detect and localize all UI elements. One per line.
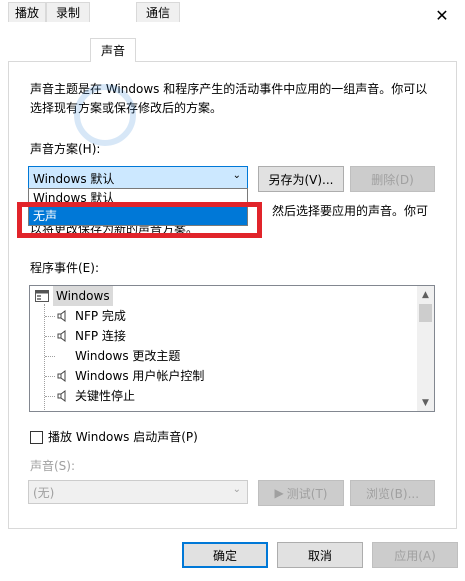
tab-communications[interactable]: 通信 <box>136 2 180 22</box>
events-scrollbar[interactable]: ▲ ▼ <box>417 286 434 411</box>
scheme-select[interactable]: Windows 默认 ⌄ <box>28 166 248 190</box>
chevron-down-icon: ⌄ <box>232 484 241 495</box>
scroll-up-icon[interactable]: ▲ <box>417 286 434 303</box>
sound-select[interactable]: (无) ⌄ <box>28 480 248 504</box>
save-as-button[interactable]: 另存为(V)... <box>258 166 344 192</box>
list-item[interactable]: Windows <box>53 286 113 306</box>
window-icon <box>35 290 49 302</box>
ok-button[interactable]: 确定 <box>182 542 268 568</box>
browse-button[interactable]: 浏览(B)... <box>350 480 435 506</box>
sound-label: 声音(S): <box>30 459 76 473</box>
tree-branch <box>45 376 55 377</box>
speaker-icon <box>57 370 66 382</box>
list-item[interactable]: Windows 更改主题 <box>75 346 180 366</box>
scroll-down-icon[interactable]: ▼ <box>417 394 434 411</box>
cancel-button[interactable]: 取消 <box>277 542 363 568</box>
events-label: 程序事件(E): <box>30 261 99 275</box>
list-item[interactable]: Windows 用户帐户控制 <box>75 366 204 386</box>
speaker-icon <box>57 310 66 322</box>
tab-playback[interactable]: 播放 <box>8 2 46 22</box>
tree-branch <box>45 336 55 337</box>
speaker-icon <box>57 330 66 342</box>
highlight-annotation-box <box>17 202 262 238</box>
startup-sound-label: 播放 Windows 启动声音(P) <box>48 430 198 444</box>
test-button[interactable]: ▶ 测试(T) <box>258 480 344 506</box>
startup-sound-checkbox[interactable] <box>30 431 43 444</box>
list-item[interactable]: NFP 完成 <box>75 306 126 326</box>
tab-sounds[interactable]: 声音 <box>90 38 136 62</box>
play-icon: ▶ <box>274 486 284 500</box>
chevron-down-icon: ⌄ <box>232 170 241 181</box>
tree-branch <box>45 356 55 357</box>
apply-button[interactable]: 应用(A) <box>372 542 458 568</box>
tab-recording[interactable]: 录制 <box>46 2 90 22</box>
instructions-line-1: 然后选择要应用的声音。你可 <box>272 204 429 218</box>
tree-branch <box>45 316 55 317</box>
delete-button[interactable]: 删除(D) <box>350 166 435 192</box>
list-item[interactable]: NFP 连接 <box>75 326 126 346</box>
scrollbar-thumb[interactable] <box>419 304 432 322</box>
close-icon: ✕ <box>435 5 449 25</box>
sound-selected-value: (无) <box>33 485 55 500</box>
list-item[interactable]: 关键性停止 <box>75 386 135 406</box>
close-button[interactable]: ✕ <box>419 0 465 30</box>
scheme-selected-value: Windows 默认 <box>33 171 115 186</box>
speaker-icon <box>57 390 66 402</box>
events-listbox[interactable]: Windows NFP 完成 NFP 连接 Windows 更改主题 Windo… <box>29 285 435 412</box>
tree-branch <box>45 396 55 397</box>
